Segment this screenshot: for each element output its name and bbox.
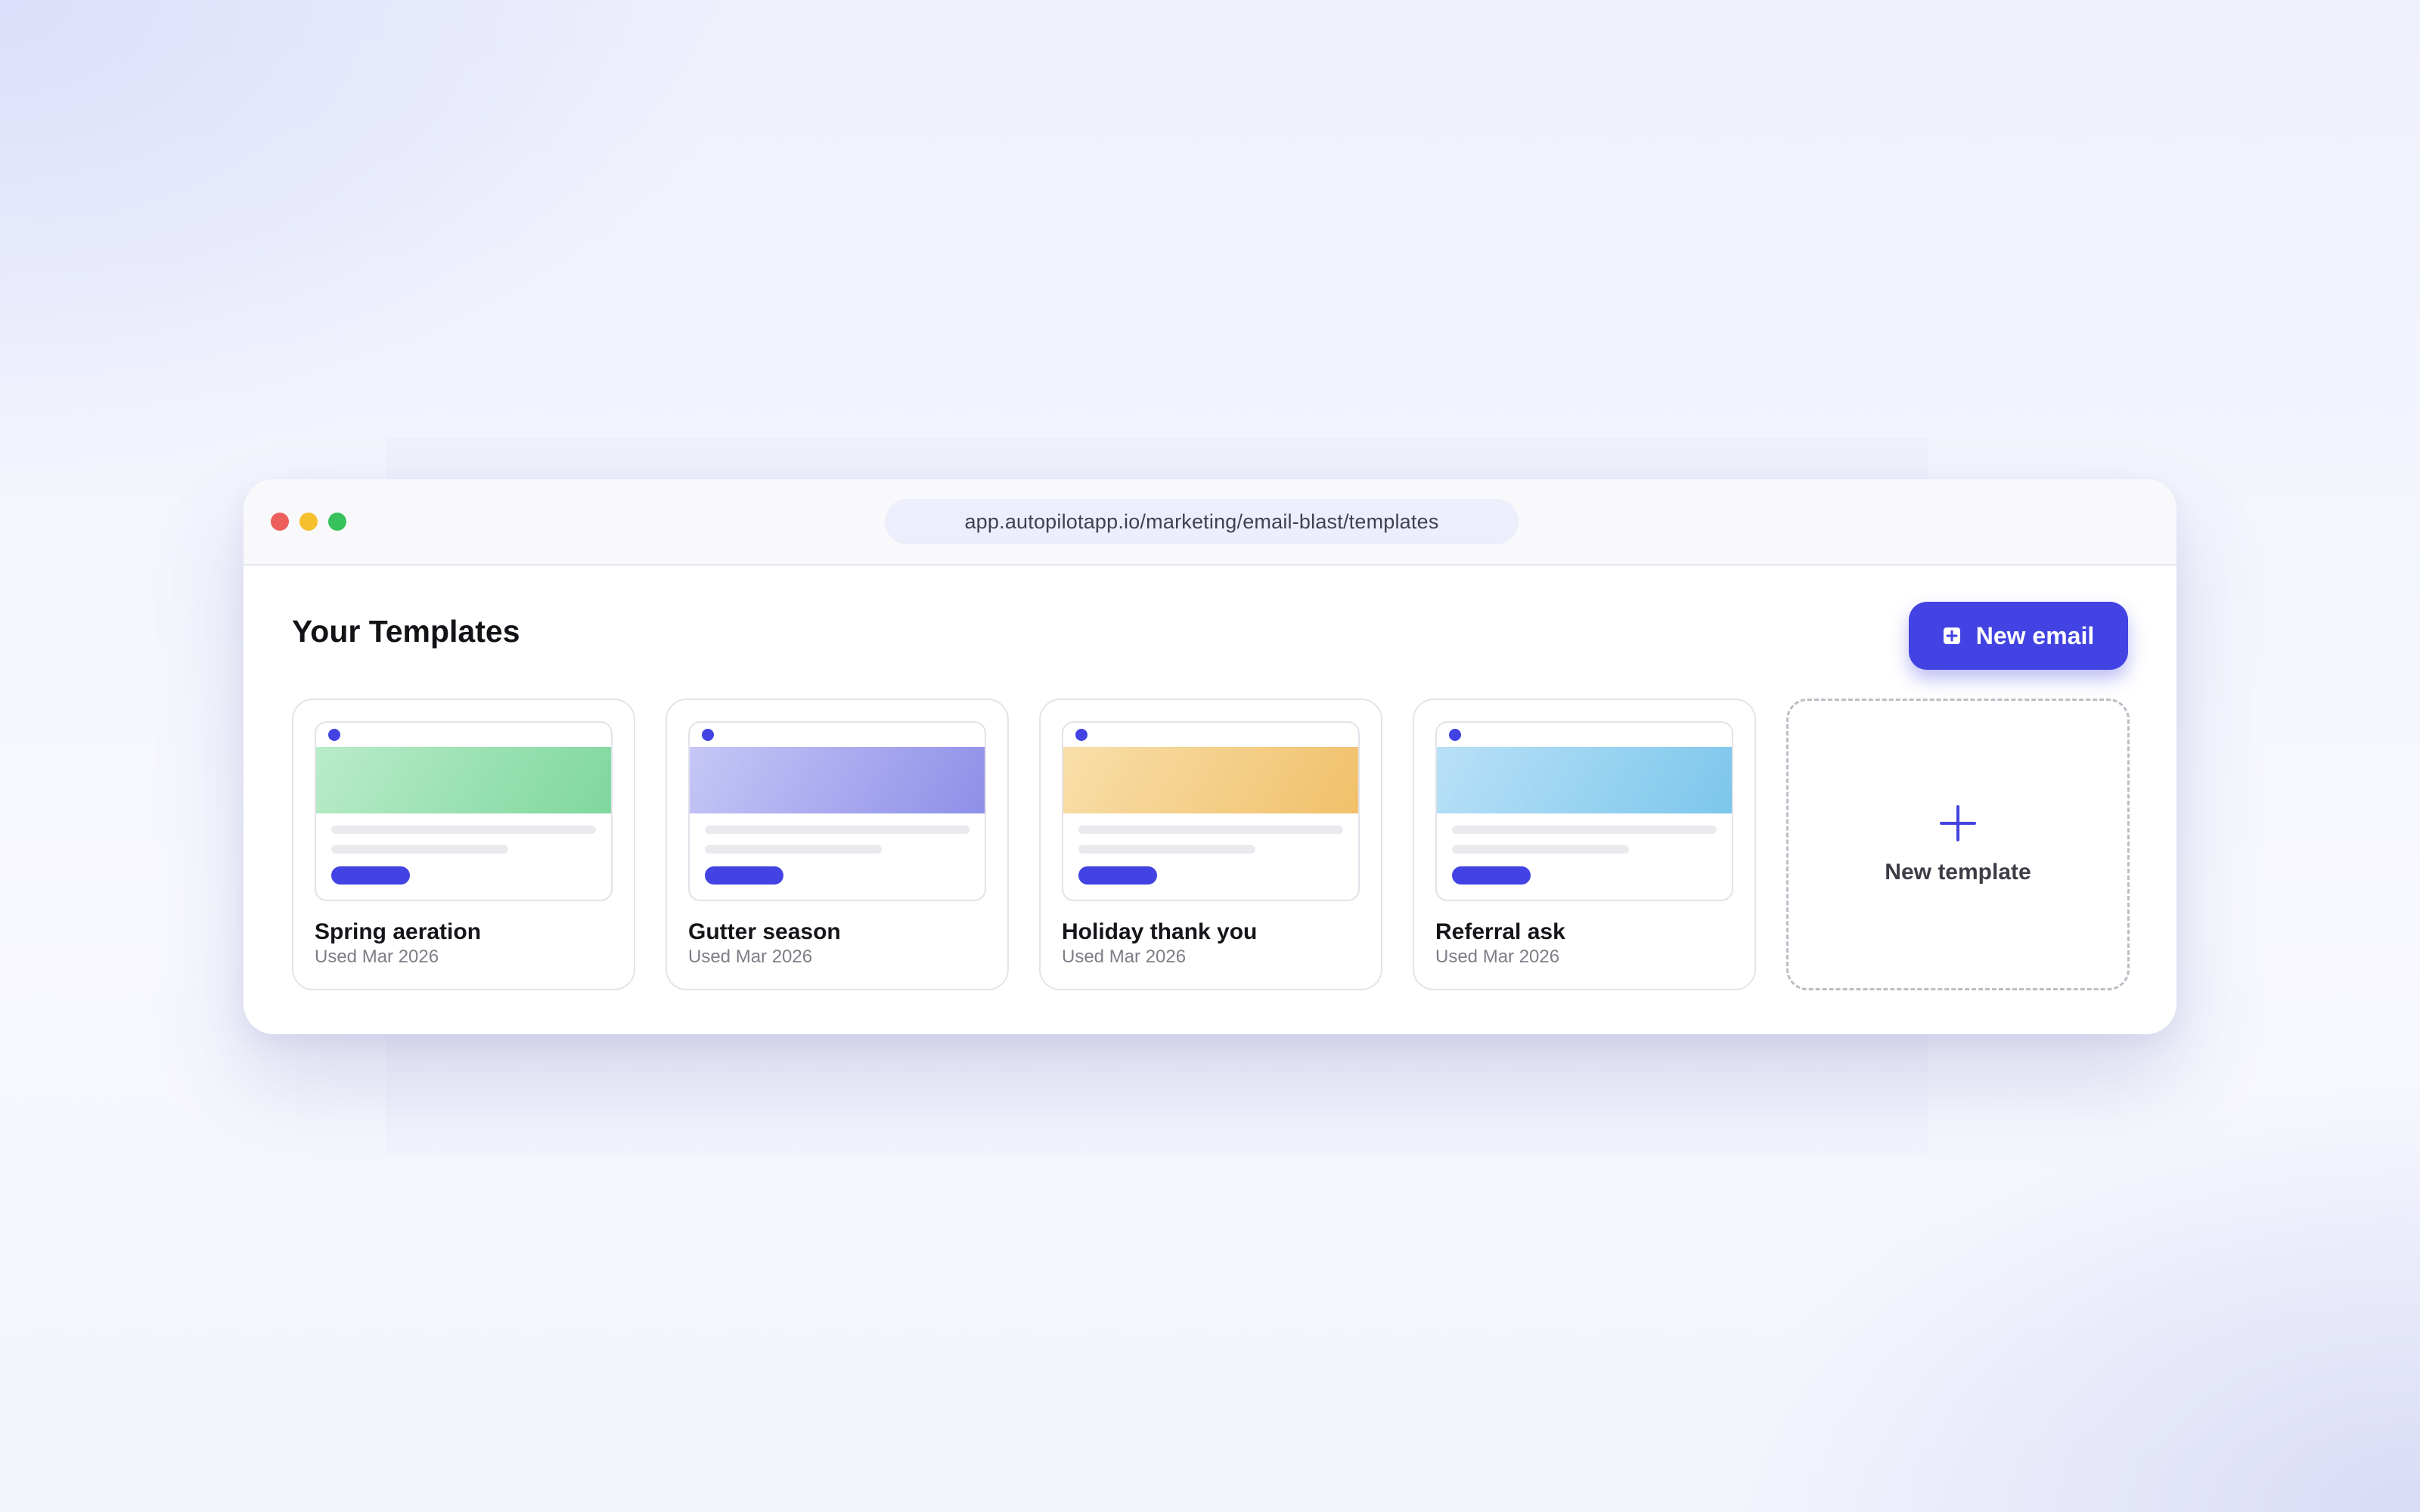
- new-template-card[interactable]: New template: [1786, 699, 2130, 990]
- address-bar[interactable]: app.autopilotapp.io/marketing/email-blas…: [885, 499, 1519, 544]
- template-card[interactable]: Holiday thank you Used Mar 2026: [1039, 699, 1382, 990]
- preview-text-line: [1452, 845, 1629, 854]
- template-card[interactable]: Referral ask Used Mar 2026: [1413, 699, 1756, 990]
- new-template-label: New template: [1885, 860, 2031, 885]
- preview-text-line: [1078, 826, 1343, 834]
- preview-banner: [690, 747, 985, 813]
- new-email-button[interactable]: New email: [1909, 602, 2128, 670]
- preview-text-line: [705, 845, 882, 854]
- plus-square-icon: [1943, 627, 1960, 644]
- templates-page: Your Templates New email Spring aeration…: [244, 565, 2176, 1034]
- preview-text-line: [331, 826, 596, 834]
- template-name: Referral ask: [1435, 919, 1565, 944]
- preview-cta-button: [1078, 866, 1157, 885]
- template-last-used: Used Mar 2026: [1435, 947, 1560, 967]
- template-last-used: Used Mar 2026: [688, 947, 813, 967]
- browser-window: app.autopilotapp.io/marketing/email-blas…: [244, 479, 2176, 1034]
- template-card[interactable]: Spring aeration Used Mar 2026: [292, 699, 635, 990]
- template-preview: [1062, 721, 1360, 901]
- preview-cta-button: [1452, 866, 1531, 885]
- preview-banner: [1437, 747, 1732, 813]
- preview-cta-button: [331, 866, 410, 885]
- template-name: Holiday thank you: [1062, 919, 1258, 944]
- preview-text-line: [331, 845, 508, 854]
- page-title: Your Templates: [292, 614, 520, 649]
- minimize-window-button[interactable]: [299, 513, 318, 531]
- preview-banner: [1063, 747, 1358, 813]
- plus-icon: [1940, 805, 1976, 841]
- maximize-window-button[interactable]: [328, 513, 346, 531]
- browser-titlebar: app.autopilotapp.io/marketing/email-blas…: [244, 479, 2176, 565]
- template-last-used: Used Mar 2026: [1062, 947, 1187, 967]
- template-preview: [315, 721, 613, 901]
- new-email-label: New email: [1975, 621, 2095, 649]
- close-window-button[interactable]: [271, 513, 289, 531]
- template-grid: Spring aeration Used Mar 2026 Gutter sea…: [292, 699, 2130, 990]
- template-preview: [688, 721, 986, 901]
- preview-logo-dot: [328, 729, 340, 741]
- template-preview: [1435, 721, 1733, 901]
- preview-logo-dot: [702, 729, 714, 741]
- preview-logo-dot: [1449, 729, 1461, 741]
- template-last-used: Used Mar 2026: [315, 947, 439, 967]
- preview-cta-button: [705, 866, 783, 885]
- template-card[interactable]: Gutter season Used Mar 2026: [666, 699, 1009, 990]
- preview-text-line: [1452, 826, 1717, 834]
- preview-banner: [316, 747, 611, 813]
- template-name: Spring aeration: [315, 919, 482, 944]
- preview-logo-dot: [1075, 729, 1087, 741]
- preview-text-line: [1078, 845, 1255, 854]
- template-name: Gutter season: [688, 919, 841, 944]
- preview-text-line: [705, 826, 970, 834]
